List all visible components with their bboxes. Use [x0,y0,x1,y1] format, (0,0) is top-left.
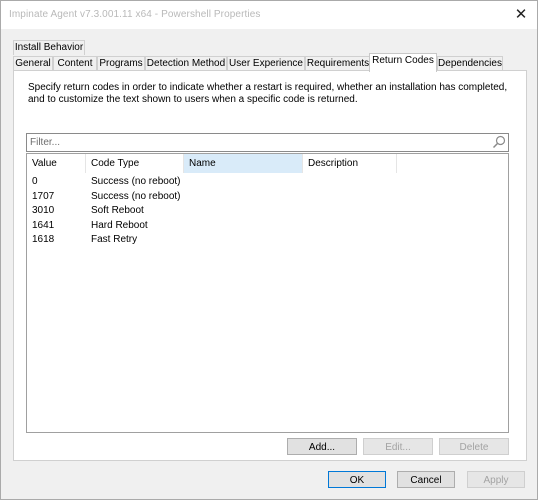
tab-user-experience[interactable]: User Experience [227,56,305,71]
tab-content[interactable]: Content [53,56,97,71]
column-header-name[interactable]: Name [184,154,303,173]
tab-return-codes[interactable]: Return Codes [369,53,437,72]
return-codes-panel: Specify return codes in order to indicat… [13,70,527,461]
tab-detection-method[interactable]: Detection Method [145,56,227,71]
tab-dependencies[interactable]: Dependencies [437,56,503,71]
table-row[interactable]: 1618 Fast Retry [27,233,507,247]
tab-programs[interactable]: Programs [97,56,145,71]
close-button[interactable]: ✕ [505,1,537,29]
panel-description: Specify return codes in order to indicat… [28,82,508,105]
tab-install-behavior[interactable]: Install Behavior [13,40,85,55]
cell-code-type: Fast Retry [91,234,138,245]
cell-code-type: Soft Reboot [91,205,144,216]
add-button[interactable]: Add... [287,438,357,455]
title-bar[interactable]: Impinate Agent v7.3.001.11 x64 - Powersh… [1,1,537,29]
cell-value: 0 [32,176,38,187]
table-row[interactable]: 1641 Hard Reboot [27,219,507,233]
apply-button[interactable]: Apply [467,471,525,488]
cell-value: 1618 [32,234,55,245]
search-icon[interactable] [492,135,506,149]
ok-button[interactable]: OK [328,471,386,488]
delete-button[interactable]: Delete [439,438,509,455]
cell-code-type: Hard Reboot [91,219,148,231]
window-title: Impinate Agent v7.3.001.11 x64 - Powersh… [9,9,261,20]
tab-row-upper: Install Behavior [13,40,525,56]
cancel-button[interactable]: Cancel [397,471,455,488]
table-row[interactable]: 3010 Soft Reboot [27,204,507,218]
cell-code-type: Success (no reboot) [91,176,181,187]
tab-requirements[interactable]: Requirements [305,56,371,71]
cell-code-type: Success (no reboot) [91,190,181,202]
cell-value: 1707 [32,190,55,202]
column-header-code-type[interactable]: Code Type [86,154,184,173]
properties-dialog: Impinate Agent v7.3.001.11 x64 - Powersh… [0,0,538,500]
return-codes-list[interactable]: Value Code Type Name Description 0 Succe… [26,153,509,433]
column-header-value[interactable]: Value [27,154,86,173]
cell-value: 1641 [32,219,55,231]
tab-general[interactable]: General [13,56,53,71]
table-row[interactable]: 1707 Success (no reboot) [27,190,507,204]
column-header-description[interactable]: Description [303,154,397,173]
table-row[interactable]: 0 Success (no reboot) [27,175,507,189]
filter-field[interactable]: Filter... [26,133,509,152]
edit-button[interactable]: Edit... [363,438,433,455]
cell-value: 3010 [32,205,55,216]
filter-input[interactable]: Filter... [30,137,60,148]
